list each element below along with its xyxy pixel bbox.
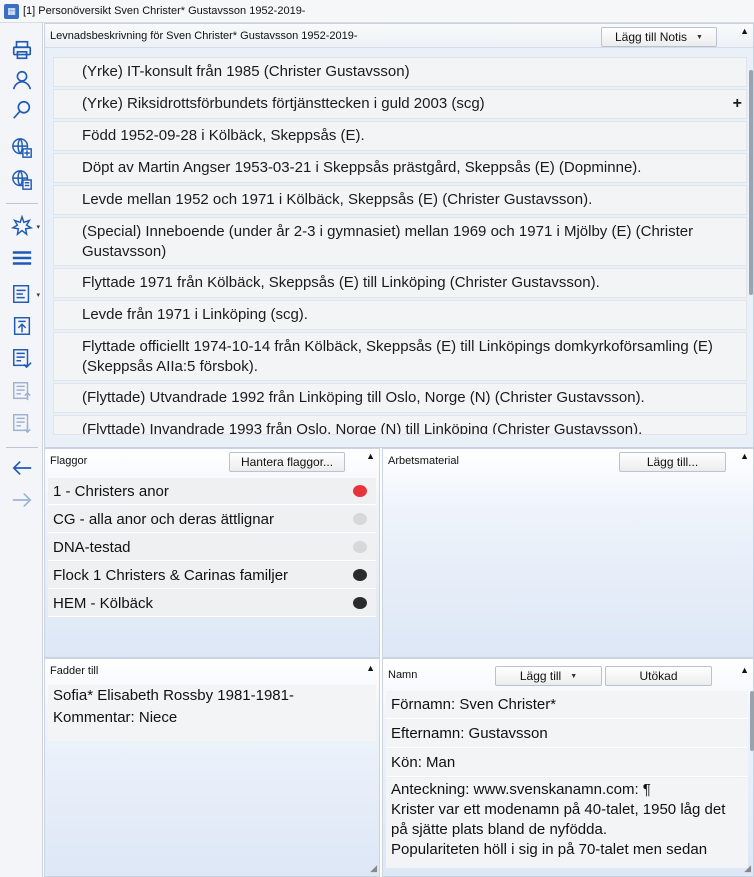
- flags-header: Flaggor Hantera flaggor... ▲: [45, 449, 379, 473]
- biography-item[interactable]: Döpt av Martin Angser 1953-03-21 i Skepp…: [53, 153, 747, 183]
- last-name-row[interactable]: Efternamn: Gustavsson: [386, 720, 748, 748]
- move-up-icon: [8, 378, 36, 404]
- globe-add-icon[interactable]: [8, 135, 36, 161]
- biography-item[interactable]: (Flyttade) Utvandrade 1992 från Linköpin…: [53, 383, 747, 413]
- note-line: Krister var ett modenamn på 40-talet, 19…: [391, 801, 726, 818]
- names-title: Namn: [388, 669, 418, 681]
- resize-grip-icon[interactable]: ◢: [370, 863, 377, 874]
- work-material-panel: Arbetsmaterial Lägg till... ▲: [382, 448, 754, 658]
- chevron-down-icon: ▼: [570, 672, 578, 680]
- resize-grip-icon[interactable]: ◢: [744, 863, 751, 874]
- first-name-row[interactable]: Förnamn: Sven Christer*: [386, 691, 748, 719]
- left-toolbar: ▾ ▾: [0, 23, 43, 877]
- flag-label: HEM - Kölbäck: [53, 594, 154, 612]
- note-line: Anteckning: www.svenskanamn.com: ¶: [391, 781, 651, 798]
- star-burst-icon[interactable]: ▾: [8, 213, 40, 239]
- add-material-button[interactable]: Lägg till...: [619, 452, 726, 472]
- work-material-title: Arbetsmaterial: [388, 455, 459, 467]
- flag-color-dot: [353, 485, 367, 497]
- collapse-up-icon[interactable]: ▲: [740, 26, 749, 36]
- biography-item[interactable]: Flyttade officiellt 1974-10-14 från Kölb…: [53, 332, 747, 381]
- godparent-name: Sofia* Elisabeth Rossby 1981-1981-: [53, 687, 294, 704]
- flag-row[interactable]: CG - alla anor och deras ättlignar: [48, 506, 376, 533]
- names-panel: Namn Lägg till ▼ Utökad ▲ Förnamn: Sven C…: [382, 658, 754, 877]
- flag-row[interactable]: Flock 1 Christers & Carinas familjer: [48, 562, 376, 589]
- search-icon[interactable]: [8, 97, 36, 123]
- list-check-icon[interactable]: [8, 345, 36, 371]
- biography-item[interactable]: Levde från 1971 i Linköping (scg).: [53, 300, 747, 330]
- biography-item[interactable]: Född 1952-09-28 i Kölbäck, Skeppsås (E).: [53, 121, 747, 151]
- manage-flags-button[interactable]: Hantera flaggor...: [229, 452, 345, 472]
- flag-label: Flock 1 Christers & Carinas familjer: [53, 566, 289, 584]
- window-title: [1] Personöversikt Sven Christer* Gustav…: [23, 5, 306, 17]
- biography-title: Levnadsbeskrivning för Sven Christer* Gu…: [50, 29, 358, 42]
- biography-header: Levnadsbeskrivning för Sven Christer* Gu…: [45, 24, 753, 48]
- collapse-up-icon[interactable]: ▲: [740, 665, 749, 675]
- biography-scrollbar[interactable]: [749, 70, 753, 295]
- flag-color-dot: [353, 597, 367, 609]
- gender-row[interactable]: Kön: Man: [386, 749, 748, 777]
- flags-panel: Flaggor Hantera flaggor... ▲ 1 - Christe…: [44, 448, 380, 658]
- biography-item[interactable]: (Yrke) Riksidrottsförbundets förtjänstte…: [53, 89, 747, 119]
- collapse-up-icon[interactable]: ▲: [740, 451, 749, 461]
- biography-item[interactable]: Flyttade 1971 från Kölbäck, Skeppsås (E)…: [53, 268, 747, 298]
- biography-item[interactable]: Levde mellan 1952 och 1971 i Kölbäck, Sk…: [53, 185, 747, 215]
- expand-plus-icon[interactable]: +: [733, 94, 742, 114]
- biography-item[interactable]: (Flyttade) Invandrade 1993 från Oslo, No…: [53, 415, 747, 435]
- names-scrollbar[interactable]: [750, 691, 754, 751]
- godparent-title: Fadder till: [50, 665, 99, 677]
- app-icon: ▦: [4, 3, 19, 19]
- chevron-down-icon: ▼: [696, 33, 703, 41]
- note-line: på sjätte plats bland de nyfödda.: [391, 821, 607, 838]
- note-line: Populariteten höll i sig in på 70-talet …: [391, 841, 708, 858]
- flag-color-dot: [353, 569, 367, 581]
- move-down-icon: [8, 410, 36, 436]
- biography-item[interactable]: (Yrke) IT-konsult från 1985 (Christer Gu…: [53, 57, 747, 87]
- menu-icon[interactable]: [8, 245, 36, 271]
- collapse-up-icon[interactable]: ▲: [366, 663, 375, 673]
- name-note[interactable]: Anteckning: www.svenskanamn.com: ¶ Krist…: [386, 778, 748, 868]
- flag-row[interactable]: HEM - Kölbäck: [48, 590, 376, 617]
- flags-title: Flaggor: [50, 455, 88, 467]
- godparent-header: Fadder till ▲: [45, 659, 379, 683]
- flag-label: 1 - Christers anor: [53, 482, 169, 500]
- flag-color-dot: [353, 513, 367, 525]
- godparent-panel: Fadder till ▲ Sofia* Elisabeth Rossby 19…: [44, 658, 380, 877]
- export-icon[interactable]: [8, 313, 36, 339]
- work-material-header: Arbetsmaterial Lägg till... ▲: [383, 449, 753, 473]
- extended-button[interactable]: Utökad: [605, 666, 712, 686]
- godparent-comment: Kommentar: Niece: [53, 709, 178, 726]
- window-title-bar: ▦ [1] Personöversikt Sven Christer* Gust…: [0, 0, 754, 23]
- flag-row[interactable]: DNA-testad: [48, 534, 376, 561]
- names-header: Namn Lägg till ▼ Utökad ▲: [383, 663, 753, 687]
- back-arrow-icon[interactable]: [8, 455, 36, 481]
- globe-doc-icon[interactable]: [8, 167, 36, 193]
- flag-row[interactable]: 1 - Christers anor: [48, 478, 376, 505]
- person-search-icon[interactable]: [8, 67, 36, 93]
- godparent-entry[interactable]: Sofia* Elisabeth Rossby 1981-1981- Komme…: [48, 685, 376, 741]
- report-icon[interactable]: ▾: [8, 281, 40, 307]
- collapse-up-icon[interactable]: ▲: [366, 451, 375, 461]
- biography-item[interactable]: (Special) Inneboende (under år 2-3 i gym…: [53, 217, 747, 266]
- printer-icon[interactable]: [8, 37, 36, 63]
- flag-label: CG - alla anor och deras ättlignar: [53, 510, 274, 528]
- add-note-button[interactable]: Lägg till Notis ▼: [601, 27, 717, 47]
- flag-color-dot: [353, 541, 367, 553]
- flag-label: DNA-testad: [53, 538, 131, 556]
- forward-arrow-icon: [8, 487, 36, 513]
- add-name-button[interactable]: Lägg till ▼: [495, 666, 602, 686]
